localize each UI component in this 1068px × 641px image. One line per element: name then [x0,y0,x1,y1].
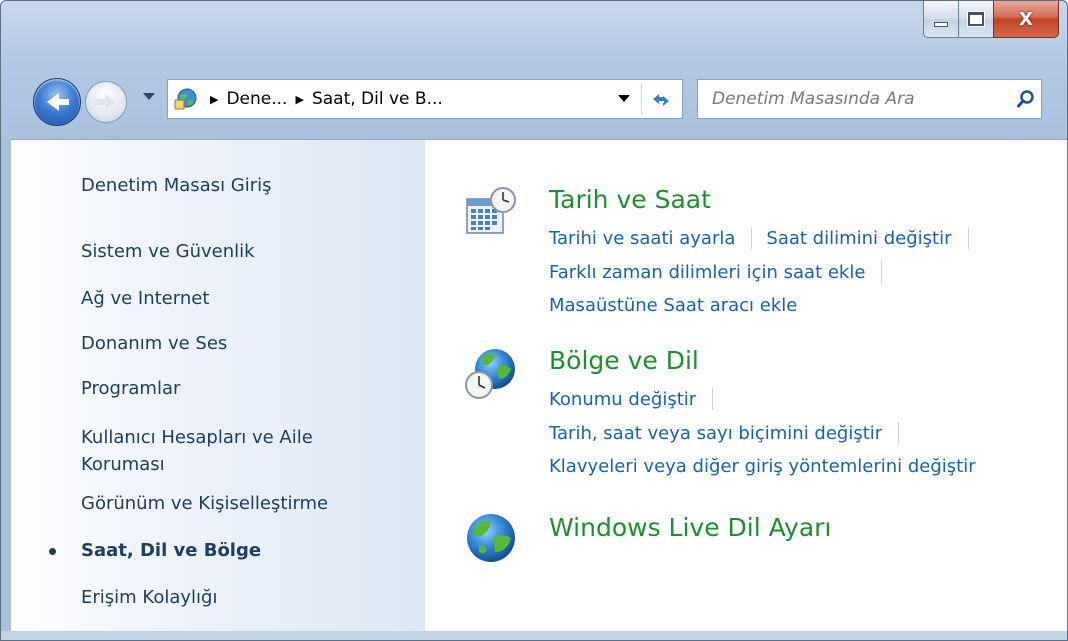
link-line: Tarihi ve saati ayarla Saat dilimini değ… [549,227,983,249]
link-change-location[interactable]: Konumu değiştir [549,389,696,410]
globe-clock-icon[interactable] [463,345,519,401]
search-box[interactable]: Denetim Masasında Ara [697,79,1042,119]
calendar-clock-icon[interactable] [463,185,519,241]
close-icon: X [1019,8,1033,30]
maximize-icon [968,12,984,26]
address-bar[interactable]: ▶ Dene... ▶ Saat, Dil ve B... [167,79,683,119]
forward-arrow-icon [94,94,116,110]
link-divider [712,388,714,410]
forward-button[interactable] [85,81,127,123]
sidebar-item-clock-language-region[interactable]: Saat, Dil ve Bölge [81,537,261,564]
main-panel: Tarih ve Saat Tarihi ve saati ayarla Saa… [425,140,1067,632]
address-dropdown-icon[interactable] [618,95,630,102]
link-add-clock-gadget[interactable]: Masaüstüne Saat aracı ekle [549,295,797,316]
sidebar-item-label: Kullanıcı Hesapları ve Aile [81,427,313,448]
link-line: Masaüstüne Saat aracı ekle [549,295,797,316]
link-change-formats[interactable]: Tarih, saat veya sayı biçimini değiştir [549,423,882,444]
link-divider [881,261,883,283]
refresh-button[interactable] [648,87,674,111]
navigation-bar: ▶ Dene... ▶ Saat, Dil ve B... Denetim Ma… [1,59,1067,139]
breadcrumb-item-clock-language[interactable]: Saat, Dil ve B... [312,89,443,109]
link-change-keyboards[interactable]: Klavyeleri veya diğer giriş yöntemlerini… [549,456,976,477]
sidebar-item-system-security[interactable]: Sistem ve Güvenlik [81,238,255,265]
close-button[interactable]: X [993,1,1059,38]
link-change-time-zone[interactable]: Saat dilimini değiştir [766,228,951,249]
active-bullet-icon [49,548,56,555]
link-divider [898,422,900,444]
control-panel-window: X ▶ Dene... ▶ Saat, Dil ve B... Denetim … [0,0,1068,641]
category-title-windows-live-language[interactable]: Windows Live Dil Ayarı [549,513,831,542]
minimize-button[interactable] [923,1,958,38]
link-line: Klavyeleri veya diğer giriş yöntemlerini… [549,456,976,477]
category-title-region-language[interactable]: Bölge ve Dil [549,346,699,375]
minimize-icon [934,21,948,27]
link-divider [967,227,969,249]
sidebar-item-hardware-sound[interactable]: Donanım ve Ses [81,330,227,357]
breadcrumb-separator-icon: ▶ [210,92,219,106]
sidebar-item-network-internet[interactable]: Ağ ve Internet [81,285,209,312]
category-title-date-time[interactable]: Tarih ve Saat [549,185,711,214]
content-area: Denetim Masası Giriş Sistem ve Güvenlik … [11,139,1067,632]
maximize-button[interactable] [958,1,993,38]
refresh-icon [653,94,669,106]
window-bottom-border [1,631,1067,640]
recent-pages-dropdown-icon[interactable] [143,93,155,100]
link-line: Tarih, saat veya sayı biçimini değiştir [549,422,913,444]
globe-icon[interactable] [463,510,519,566]
link-line: Farklı zaman dilimleri için saat ekle [549,261,896,283]
link-line: Konumu değiştir [549,388,727,410]
search-input[interactable]: Denetim Masasında Ara [712,89,1011,109]
sidebar-item-programs[interactable]: Programlar [81,375,180,402]
search-icon [1017,90,1034,108]
control-panel-icon [174,88,197,110]
breadcrumb-separator-icon[interactable]: ▶ [295,93,303,106]
address-divider [641,83,642,115]
sidebar-item-control-panel-home[interactable]: Denetim Masası Giriş [81,172,272,199]
back-button[interactable] [33,78,81,126]
sidebar: Denetim Masası Giriş Sistem ve Güvenlik … [11,140,425,632]
sidebar-item-ease-of-access[interactable]: Erişim Kolaylığı [81,584,217,611]
link-set-date-time[interactable]: Tarihi ve saati ayarla [549,228,735,249]
sidebar-item-label: Koruması [81,454,165,475]
sidebar-item-appearance[interactable]: Görünüm ve Kişiselleştirme [81,490,328,517]
search-button[interactable] [1011,84,1041,114]
sidebar-item-user-accounts[interactable]: Kullanıcı Hesapları ve Aile Koruması [81,424,313,478]
link-divider [751,227,753,249]
caption-buttons: X [923,1,1059,38]
breadcrumb-item-control-panel[interactable]: Dene... [226,89,287,109]
link-add-clocks[interactable]: Farklı zaman dilimleri için saat ekle [549,262,865,283]
back-arrow-icon [47,93,69,111]
